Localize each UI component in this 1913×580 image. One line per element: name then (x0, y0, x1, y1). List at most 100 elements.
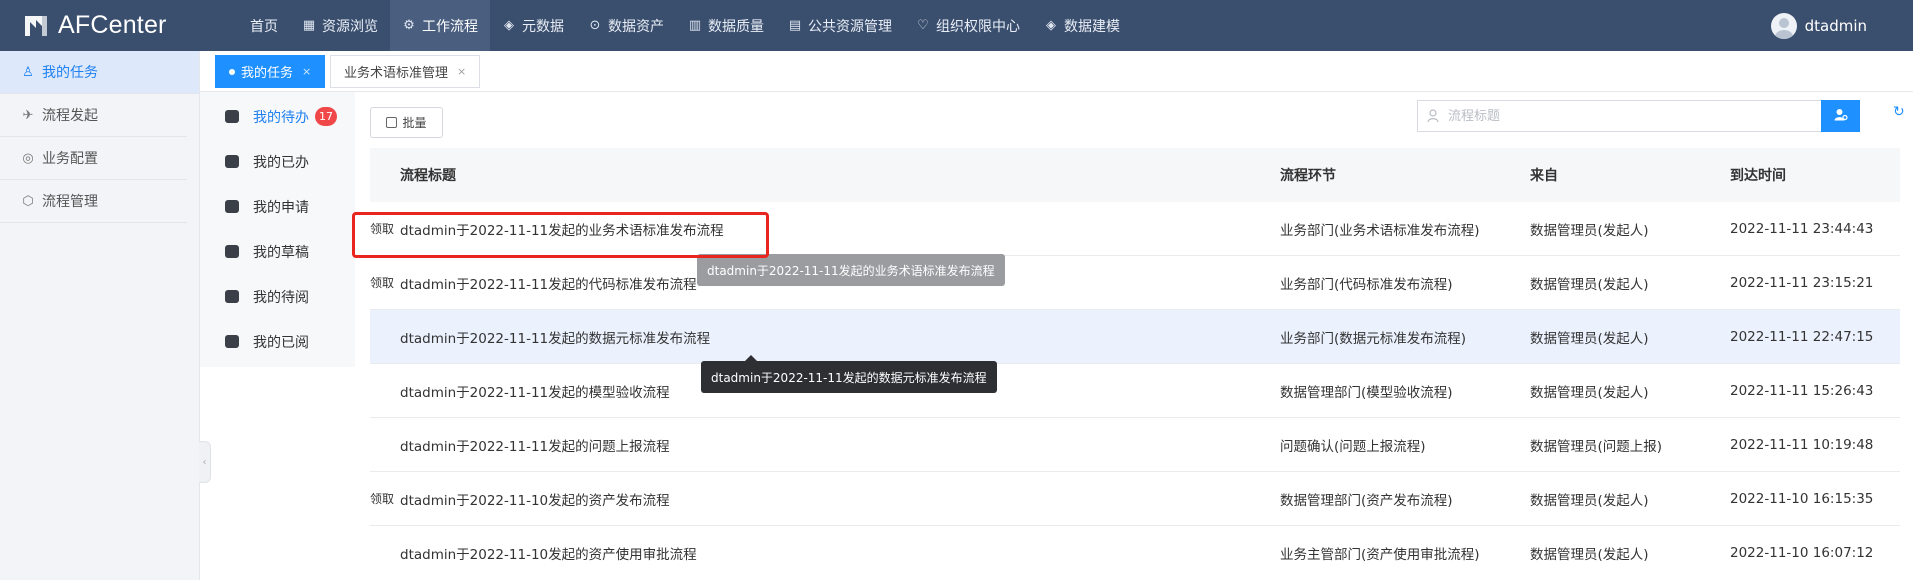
task-submenu: 我的待办 17 我的已办 我的申请 我的草稿 我的待阅 我的已阅 (200, 92, 355, 367)
process-from: 数据管理员(发起人) (1530, 222, 1649, 239)
submenu-item-label: 我的已阅 (253, 334, 309, 351)
table-row[interactable]: 领取 dtadmin于2022-11-10发起的资产发布流程 数据管理部门(资产… (370, 472, 1900, 526)
search-bar (1417, 100, 1860, 132)
draft-icon (225, 245, 239, 258)
table-row[interactable]: dtadmin于2022-11-10发起的资产使用审批流程 业务主管部门(资产使… (370, 526, 1900, 580)
table-row[interactable]: dtadmin于2022-11-11发起的模型验收流程 数据管理部门(模型验收流… (370, 364, 1900, 418)
nav-item-label: 数据建模 (1064, 18, 1120, 35)
process-stage: 问题确认(问题上报流程) (1280, 438, 1426, 455)
title-tooltip: dtadmin于2022-11-11发起的数据元标准发布流程 (701, 355, 997, 393)
process-title[interactable]: dtadmin于2022-11-10发起的资产使用审批流程 (400, 543, 1280, 563)
submenu-item-my-applications[interactable]: 我的申请 (200, 184, 355, 229)
copy-icon (386, 117, 398, 128)
message-icon (225, 290, 239, 303)
done-icon (225, 155, 239, 168)
claim-link[interactable]: 领取 (370, 490, 400, 507)
table-row[interactable]: 领取 dtadmin于2022-11-11发起的代码标准发布流程 业务部门(代码… (370, 256, 1900, 310)
column-header-from: 来自 (1530, 168, 1558, 184)
nav-item-label: 元数据 (522, 18, 564, 35)
nav-item-data-quality[interactable]: ▥ 数据质量 (676, 0, 776, 51)
chart-icon: ▥ (688, 18, 702, 33)
send-icon: ✈ (22, 107, 34, 123)
sidebar-item-process-management[interactable]: ⬡ 流程管理 (0, 180, 187, 223)
apply-icon (225, 200, 239, 213)
submenu-item-label: 我的草稿 (253, 244, 309, 261)
nav-item-label: 首页 (250, 18, 278, 35)
nav-item-label: 资源浏览 (322, 18, 378, 35)
nav-item-metadata[interactable]: ◈ 元数据 (490, 0, 576, 51)
search-input[interactable] (1417, 100, 1821, 132)
tab-label: 我的任务 (241, 66, 294, 81)
shield-icon: ♡ (917, 18, 929, 33)
process-title[interactable]: dtadmin于2022-11-11发起的数据元标准发布流程 (400, 327, 1280, 347)
submenu-item-read[interactable]: 我的已阅 (200, 319, 355, 364)
close-icon[interactable]: × (457, 65, 466, 78)
sidebar-collapse-handle[interactable]: ‹ (199, 441, 211, 483)
nav-item-label: 数据质量 (708, 18, 764, 35)
layers-icon: ◈ (504, 18, 514, 33)
arrival-time: 2022-11-10 16:07:12 (1730, 545, 1874, 561)
batch-button-label: 批量 (402, 116, 427, 130)
nav-item-home[interactable]: 首页 (240, 0, 290, 51)
workflow-icon: ⚙ (403, 18, 415, 33)
nav-item-data-assets[interactable]: ⊙ 数据资产 (576, 0, 676, 51)
main-nav: 首页 ▦ 资源浏览 ⚙ 工作流程 ◈ 元数据 ⊙ 数据资产 ▥ 数据质量 ▤ 公… (240, 0, 1132, 51)
nav-item-data-modeling[interactable]: ◈ 数据建模 (1032, 0, 1132, 51)
table-row[interactable]: 领取 dtadmin于2022-11-11发起的业务术语标准发布流程 业务部门(… (370, 202, 1900, 256)
left-sidebar: ♙ 我的任务 ✈ 流程发起 ◎ 业务配置 ⬡ 流程管理 (0, 51, 200, 580)
top-navigation-bar: AFCenter 首页 ▦ 资源浏览 ⚙ 工作流程 ◈ 元数据 ⊙ 数据资产 ▥… (0, 0, 1913, 51)
submenu-item-todo[interactable]: 我的待办 17 (200, 94, 355, 139)
nav-item-resource-browse[interactable]: ▦ 资源浏览 (290, 0, 390, 51)
submenu-item-label: 我的待办 (253, 109, 309, 126)
search-button[interactable] (1821, 100, 1860, 132)
table-header: 流程标题 流程环节 来自 到达时间 (370, 148, 1900, 202)
tab-my-tasks[interactable]: 我的任务 × (215, 55, 326, 88)
nav-item-label: 公共资源管理 (808, 18, 892, 35)
column-header-stage: 流程环节 (1280, 168, 1336, 184)
nav-item-label: 数据资产 (608, 18, 664, 35)
process-stage: 业务主管部门(资产使用审批流程) (1280, 547, 1480, 563)
sidebar-item-my-tasks[interactable]: ♙ 我的任务 (0, 51, 199, 94)
table-row[interactable]: dtadmin于2022-11-11发起的问题上报流程 问题确认(问题上报流程)… (370, 418, 1900, 472)
process-stage: 业务部门(数据元标准发布流程) (1280, 330, 1467, 347)
batch-button[interactable]: 批量 (370, 107, 443, 138)
submenu-item-drafts[interactable]: 我的草稿 (200, 229, 355, 274)
close-icon[interactable]: × (302, 65, 311, 78)
sidebar-item-label: 业务配置 (42, 151, 98, 167)
refresh-icon[interactable]: ↻ (1893, 104, 1905, 120)
nav-item-org-permission[interactable]: ♡ 组织权限中心 (904, 0, 1032, 51)
process-from: 数据管理员(问题上报) (1530, 438, 1663, 455)
process-stage: 数据管理部门(资产发布流程) (1280, 492, 1453, 509)
arrival-time: 2022-11-11 23:15:21 (1730, 274, 1874, 291)
process-title[interactable]: dtadmin于2022-11-10发起的资产发布流程 (400, 489, 1280, 509)
nav-item-workflow[interactable]: ⚙ 工作流程 (390, 0, 490, 51)
nav-item-label: 组织权限中心 (936, 18, 1020, 35)
nav-item-public-resources[interactable]: ▤ 公共资源管理 (776, 0, 904, 51)
avatar (1770, 12, 1797, 39)
user-menu[interactable]: dtadmin (1770, 0, 1867, 51)
process-from: 数据管理员(发起人) (1530, 330, 1649, 347)
cube-icon: ⬡ (22, 193, 34, 209)
process-title[interactable]: dtadmin于2022-11-11发起的问题上报流程 (400, 435, 1280, 455)
todo-count-badge: 17 (315, 107, 337, 126)
sidebar-item-start-process[interactable]: ✈ 流程发起 (0, 94, 187, 137)
sidebar-item-business-config[interactable]: ◎ 业务配置 (0, 137, 187, 180)
grid-icon: ▦ (302, 18, 316, 33)
table-row[interactable]: dtadmin于2022-11-11发起的数据元标准发布流程 业务部门(数据元标… (370, 310, 1900, 364)
app-logo[interactable]: AFCenter (0, 0, 240, 51)
tab-business-term-standard[interactable]: 业务术语标准管理 × (330, 55, 481, 88)
app-name: AFCenter (58, 11, 167, 39)
submenu-item-to-read[interactable]: 我的待阅 (200, 274, 355, 319)
message-icon (225, 335, 239, 348)
submenu-item-label: 我的待阅 (253, 289, 309, 306)
submenu-item-done[interactable]: 我的已办 (200, 139, 355, 184)
arrival-time: 2022-11-11 15:26:43 (1730, 382, 1874, 399)
process-stage: 业务部门(业务术语标准发布流程) (1280, 222, 1480, 239)
model-icon: ◈ (1046, 18, 1056, 33)
config-icon: ◎ (22, 150, 34, 166)
process-title[interactable]: dtadmin于2022-11-11发起的业务术语标准发布流程 (400, 219, 1280, 239)
process-from: 数据管理员(发起人) (1530, 384, 1649, 401)
claim-link[interactable]: 领取 (370, 220, 400, 237)
claim-link[interactable]: 领取 (370, 274, 400, 291)
column-header-title: 流程标题 (400, 168, 456, 184)
